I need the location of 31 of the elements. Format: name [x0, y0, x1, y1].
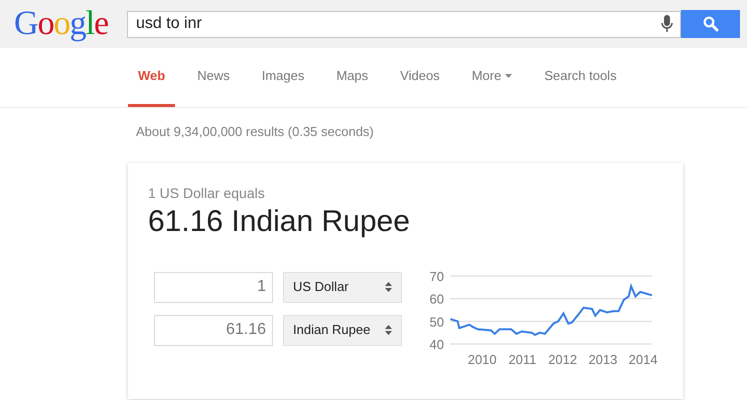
subtitle: 1 US Dollar equals [148, 184, 265, 203]
nav-tab[interactable]: News [187, 48, 240, 107]
axis-label: 2012 [548, 352, 578, 366]
nav-tab[interactable]: Images [252, 48, 314, 107]
axis-label: 70 [430, 268, 444, 284]
currency-select[interactable]: Indian Rupee [283, 314, 402, 346]
results-count: About 9,34,00,000 results (0.35 seconds) [136, 123, 374, 141]
nav-tab[interactable]: Maps [326, 48, 378, 107]
axis-label: 50 [430, 314, 444, 329]
search-button[interactable] [681, 10, 740, 38]
dropdown-caret-icon [505, 74, 512, 78]
axis-label: 2013 [588, 352, 618, 366]
conversion-result: 61.16 Indian Rupee [148, 204, 410, 240]
microphone-icon[interactable] [661, 14, 673, 32]
currency-select[interactable]: US Dollar [283, 272, 402, 302]
axis-label: 2010 [468, 352, 497, 366]
search-icon [702, 16, 718, 32]
amount-field[interactable]: 61.16 [154, 314, 273, 346]
search-field[interactable]: usd to inr [127, 10, 681, 38]
logo[interactable]: Google [14, 7, 122, 41]
amount-field[interactable]: 1 [154, 272, 273, 302]
nav-tab[interactable]: More [462, 48, 522, 107]
nav-tab[interactable]: Videos [390, 48, 450, 107]
axis-label: 40 [430, 336, 444, 352]
nav-tab[interactable]: Web [128, 48, 176, 107]
nav-tab[interactable]: Search tools [534, 48, 627, 107]
axis-label: 2014 [628, 352, 658, 366]
select-arrows-icon [385, 325, 392, 335]
axis-label: 2011 [508, 352, 536, 366]
axis-label: 60 [430, 291, 444, 306]
select-arrows-icon [385, 282, 392, 292]
